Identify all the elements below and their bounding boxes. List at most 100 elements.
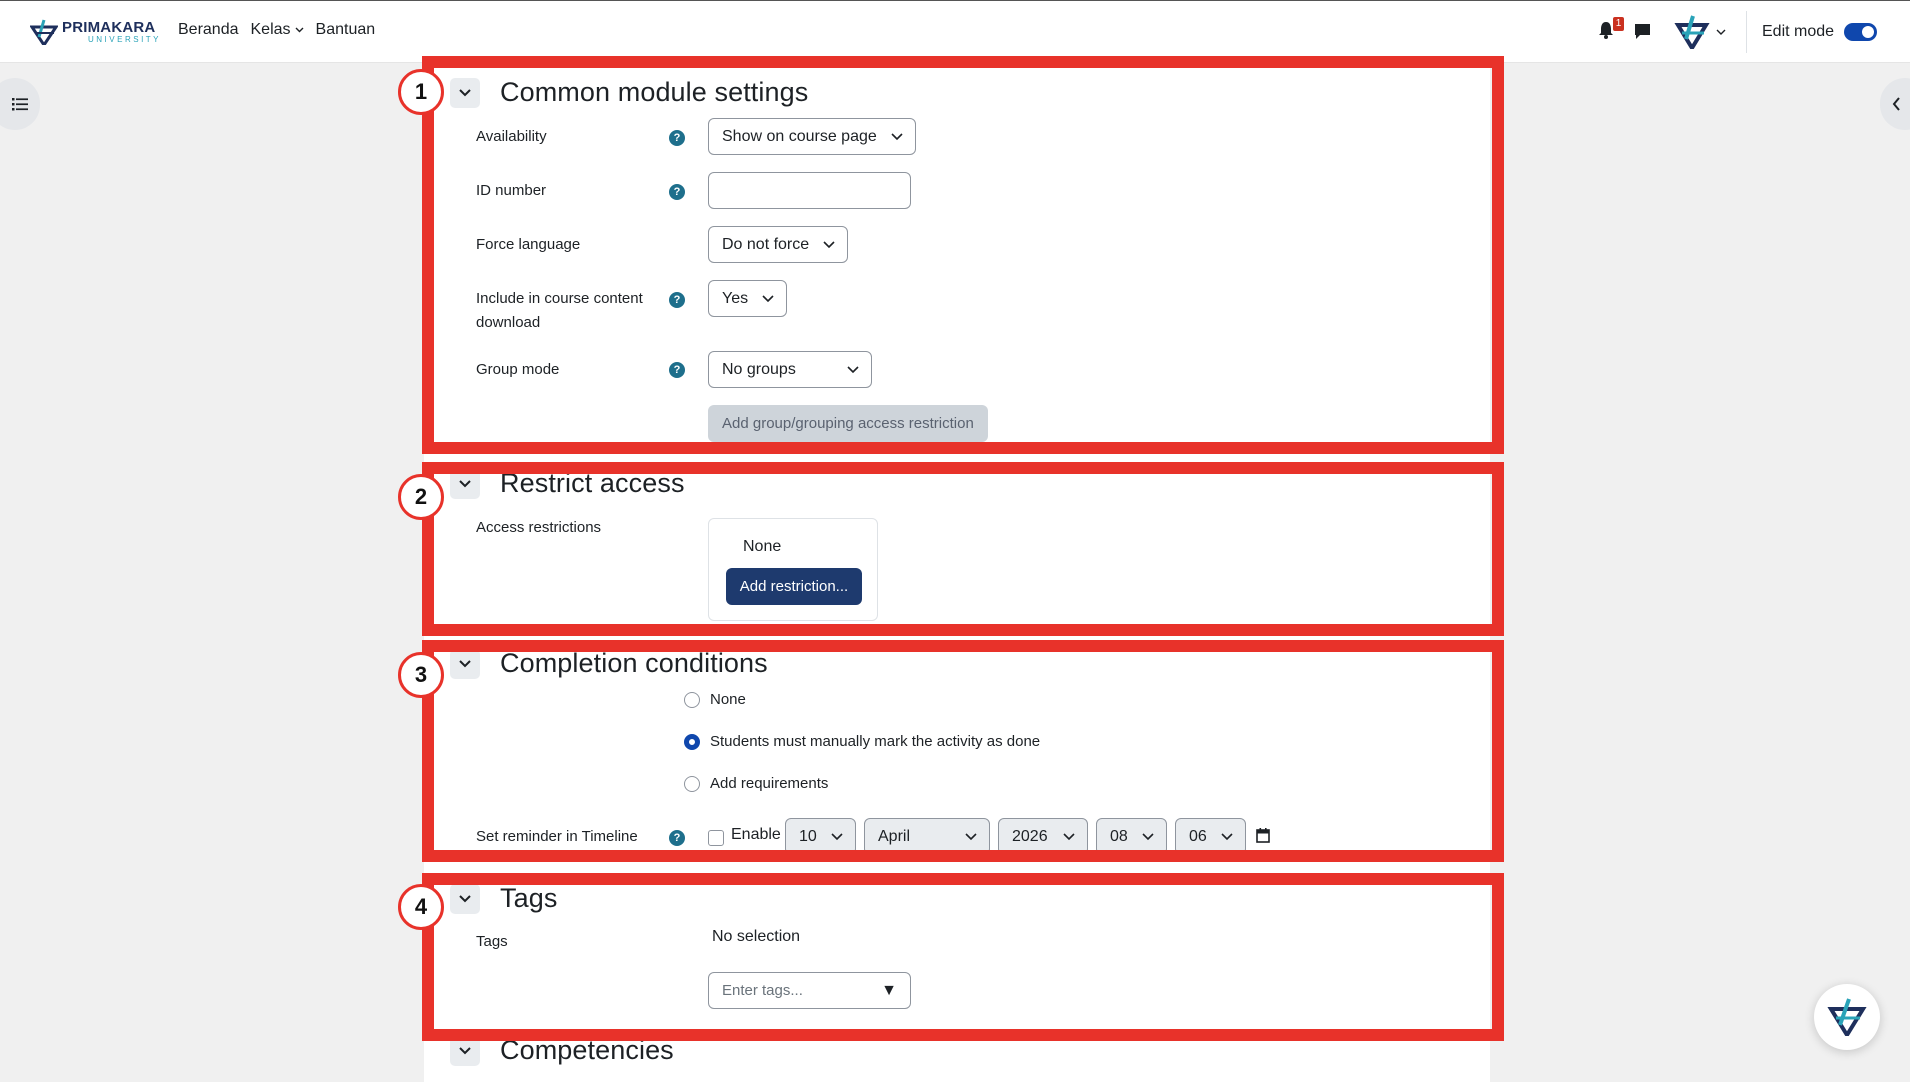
chat-bubble-icon	[1635, 24, 1650, 39]
chevron-down-icon	[459, 88, 471, 96]
chevron-down-icon	[459, 479, 471, 487]
chevron-down-icon	[1142, 833, 1154, 841]
competencies-header: Competencies	[450, 1035, 674, 1066]
collapse-common-button[interactable]	[450, 77, 480, 108]
chevron-down-icon	[295, 27, 304, 33]
chevron-down-icon	[459, 894, 471, 902]
radio-button[interactable]	[684, 775, 700, 792]
chevron-down-icon	[459, 1046, 471, 1054]
help-icon[interactable]: ?	[669, 292, 685, 308]
edit-mode-switch[interactable]: Edit mode	[1762, 23, 1878, 41]
month-select[interactable]: April	[864, 818, 990, 855]
radio-button-selected[interactable]	[684, 733, 700, 750]
completion-title: Completion conditions	[500, 648, 768, 678]
block-drawer-toggle[interactable]	[1880, 78, 1910, 130]
enable-reminder-checkbox[interactable]	[708, 830, 724, 846]
hour-select[interactable]: 08	[1096, 818, 1167, 855]
tags-label: Tags	[476, 933, 508, 950]
enable-label: Enable	[731, 826, 781, 843]
chevron-down-icon	[891, 133, 903, 141]
nav-beranda[interactable]: Beranda	[178, 21, 239, 39]
annotation-number-4: 4	[398, 884, 444, 930]
messages-button[interactable]	[1634, 23, 1651, 45]
collapse-competencies-button[interactable]	[450, 1035, 480, 1066]
settings-form: Common module settings Availability ? Sh…	[424, 56, 1490, 1082]
course-index-toggle[interactable]	[0, 78, 40, 130]
logo-star-icon	[30, 19, 58, 45]
tags-input[interactable]: Enter tags... ▼	[708, 972, 911, 1009]
nav-bantuan[interactable]: Bantuan	[316, 21, 376, 39]
group-mode-value: No groups	[722, 361, 796, 378]
nav-kelas[interactable]: Kelas	[251, 21, 304, 39]
restrictions-none-text: None	[743, 538, 782, 555]
competencies-title: Competencies	[500, 1035, 674, 1065]
collapse-restrict-button[interactable]	[450, 468, 480, 499]
force-language-value: Do not force	[722, 236, 810, 253]
restrict-access-title: Restrict access	[500, 468, 685, 498]
bell-icon	[1599, 22, 1613, 39]
add-restriction-button[interactable]: Add restriction...	[726, 568, 862, 605]
download-select[interactable]: Yes	[708, 280, 788, 317]
tags-header: Tags	[450, 883, 557, 914]
edit-mode-toggle[interactable]	[1844, 23, 1878, 41]
notification-badge: 1	[1613, 17, 1624, 31]
help-icon[interactable]: ?	[669, 130, 685, 146]
logo-star-icon	[1827, 998, 1867, 1036]
main-nav: Beranda Kelas Bantuan	[178, 21, 387, 39]
chevron-down-icon	[831, 833, 843, 841]
completion-header: Completion conditions	[450, 648, 768, 679]
tags-input-placeholder: Enter tags...	[722, 982, 803, 999]
annotation-number-3: 3	[398, 652, 444, 698]
dropdown-triangle-icon[interactable]: ▼	[881, 982, 897, 1000]
collapse-tags-button[interactable]	[450, 883, 480, 914]
add-group-restriction-button[interactable]: Add group/grouping access restriction	[708, 405, 988, 442]
help-icon[interactable]: ?	[669, 362, 685, 378]
availability-value: Show on course page	[722, 128, 877, 145]
chevron-down-icon	[823, 241, 835, 249]
restrictions-panel: None Add restriction...	[708, 518, 878, 621]
calendar-icon[interactable]	[1256, 828, 1270, 843]
top-navbar: PRIMAKARA UNIVERSITY Beranda Kelas Bantu…	[0, 0, 1910, 63]
chevron-down-icon	[1221, 833, 1233, 841]
help-icon[interactable]: ?	[669, 184, 685, 200]
group-mode-select[interactable]: No groups	[708, 351, 872, 388]
chevron-left-icon	[1892, 97, 1900, 111]
help-icon[interactable]: ?	[669, 830, 685, 846]
completion-option-label: Add requirements	[710, 775, 829, 792]
availability-select[interactable]: Show on course page	[708, 118, 916, 155]
day-select[interactable]: 10	[785, 818, 856, 855]
edit-mode-label: Edit mode	[1762, 23, 1835, 40]
chevron-down-icon	[847, 366, 859, 374]
chevron-down-icon	[459, 659, 471, 667]
annotation-number-1: 1	[398, 69, 444, 115]
completion-option-manual[interactable]: Students must manually mark the activity…	[684, 733, 1040, 750]
annotation-number-2: 2	[398, 474, 444, 520]
force-language-select[interactable]: Do not force	[708, 226, 849, 263]
avatar	[1674, 15, 1710, 49]
idnumber-label: ID number	[476, 182, 547, 199]
completion-option-requirements[interactable]: Add requirements	[684, 775, 828, 792]
common-settings-header: Common module settings	[450, 77, 808, 108]
brand-name: PRIMAKARA	[62, 19, 156, 36]
tags-title: Tags	[500, 883, 558, 913]
restrict-access-header: Restrict access	[450, 468, 685, 499]
minute-select[interactable]: 06	[1175, 818, 1246, 855]
minute-value: 06	[1189, 828, 1207, 845]
navbar-divider	[1746, 11, 1747, 53]
month-value: April	[878, 828, 911, 845]
completion-option-none[interactable]: None	[684, 691, 746, 708]
user-menu[interactable]	[1674, 15, 1726, 49]
idnumber-input[interactable]	[708, 172, 911, 209]
collapse-completion-button[interactable]	[450, 648, 480, 679]
common-settings-title: Common module settings	[500, 77, 809, 107]
nav-kelas-label: Kelas	[250, 21, 291, 38]
radio-button[interactable]	[684, 691, 700, 708]
support-chat-button[interactable]	[1814, 984, 1880, 1050]
reminder-label: Set reminder in Timeline	[476, 828, 638, 845]
year-select[interactable]: 2026	[998, 818, 1088, 855]
completion-option-label: None	[710, 691, 746, 708]
chevron-down-icon	[965, 833, 977, 841]
brand-logo[interactable]: PRIMAKARA UNIVERSITY	[30, 17, 161, 47]
force-language-label: Force language	[476, 236, 581, 253]
day-value: 10	[799, 828, 817, 845]
